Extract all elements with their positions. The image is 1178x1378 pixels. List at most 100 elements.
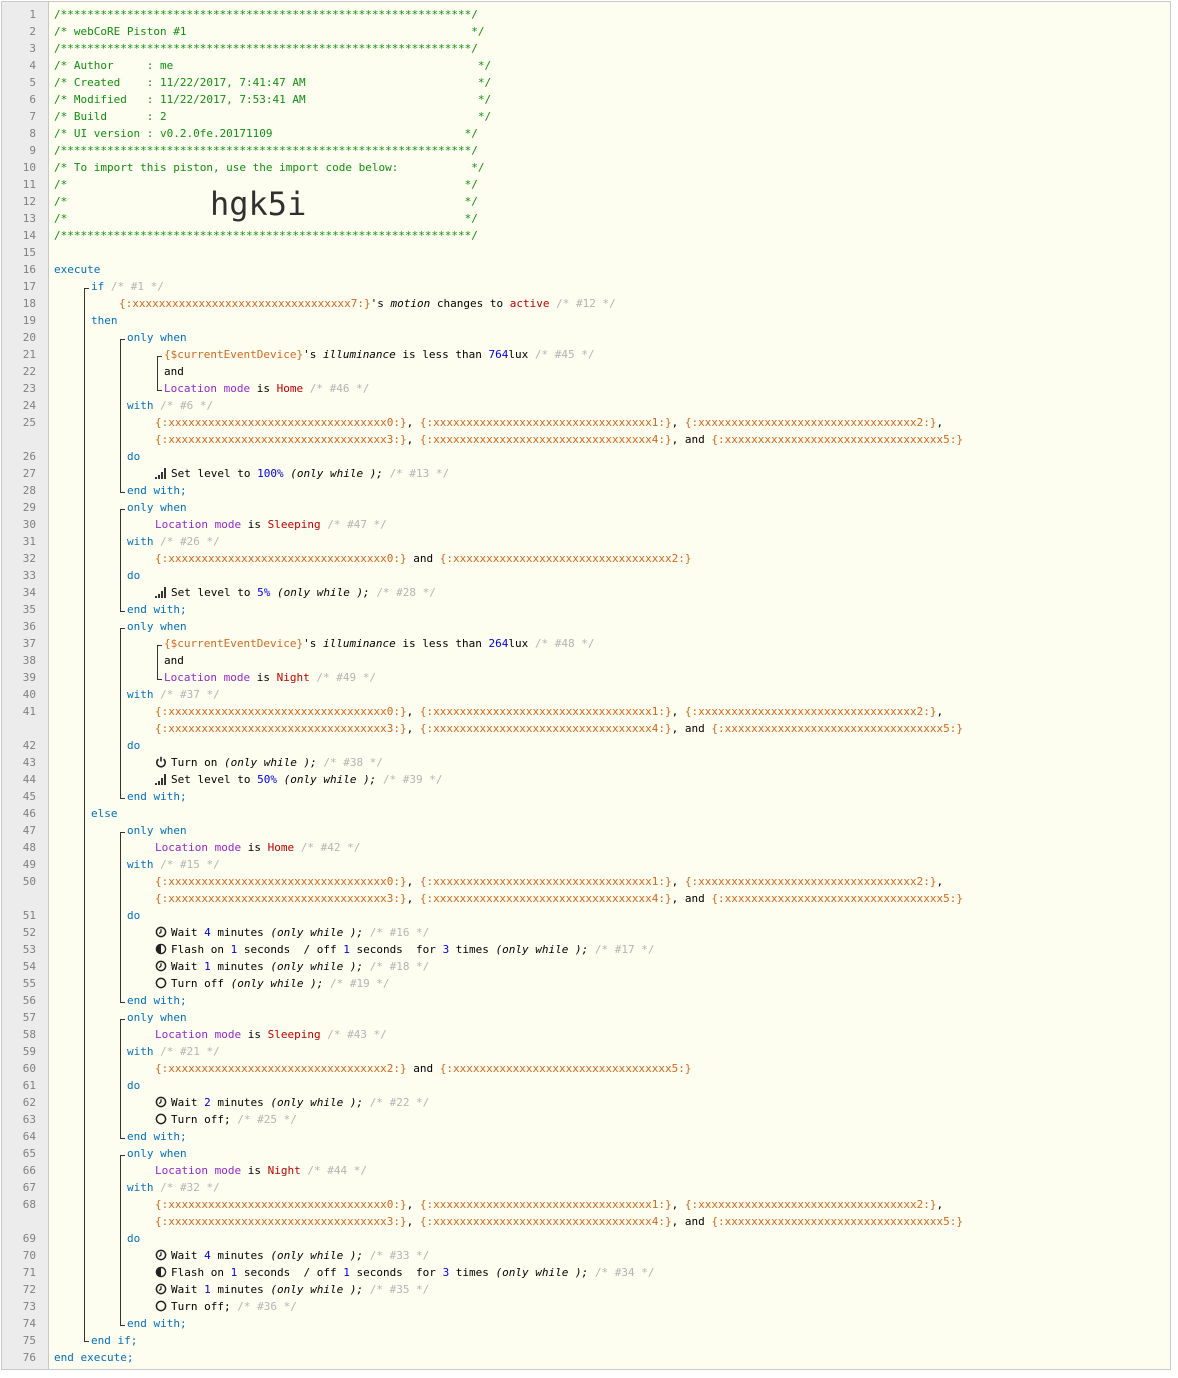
number: 764 [488,348,509,361]
operator: is [241,1164,268,1177]
import-code[interactable]: hgk5i [210,186,306,222]
line-number: 16 [22,263,36,276]
device-ref: {:xxxxxxxxxxxxxxxxxxxxxxxxxxxxxxxxx0:} [155,552,407,565]
line-number: 72 [22,1283,36,1296]
with-line: with /* #32 */ [127,1179,220,1196]
separator: , [671,705,685,718]
task-text: minutes [210,1096,271,1109]
condition-bracket [157,645,158,679]
possessive: 's [303,637,323,650]
keyword-end-with: end with; [127,1317,187,1330]
signal-bars-icon [155,467,167,479]
keyword-do: do [127,569,141,582]
line-number: 27 [22,467,36,480]
comment: /* #42 */ [300,841,361,854]
comment: /* #16 */ [369,926,430,939]
condition-bracket [157,356,158,390]
comment: /* #28 */ [376,586,436,599]
line-number: 59 [22,1045,36,1058]
comment: /* #25 */ [237,1113,297,1126]
task-line: Set level to 5% (only while ); /* #28 */ [155,584,436,601]
task-text: / off [296,943,344,956]
condition-bracket-top [157,356,162,357]
comment: /* #45 */ [534,348,595,361]
task-text: minutes [210,926,271,939]
line-number: 39 [22,671,36,684]
task-text: Wait [171,926,205,939]
with-line: with /* #21 */ [127,1043,220,1060]
code-lines: 1 2 3 4 5 6 7 8 9 10 11 12 13 14 15 16 17 18 19 20 21 22 23 24 2… [2,6,1170,1369]
line-number: 69 [22,1232,36,1245]
line-number: 49 [22,858,36,871]
comment: /* #6 */ [160,399,214,412]
keyword-with: with [127,688,154,701]
device-ref: {:xxxxxxxxxxxxxxxxxxxxxxxxxxxxxxxxx2:} [155,1062,407,1075]
keyword-else: else [91,807,118,820]
keyword-with: with [127,399,154,412]
block-bracket-bottom [120,798,125,799]
separator: and [406,552,440,565]
task-line: Wait 4 minutes (only while ); /* #16 */ [155,924,429,941]
only-while: (only while ); [495,943,589,956]
block-bracket [120,1019,121,1138]
comment: /* #15 */ [160,858,220,871]
line-number: 47 [22,824,36,837]
task-text: Turn on [171,756,224,769]
device-ref: {$currentEventDevice} [164,637,304,650]
number: 5% [257,586,271,599]
piston-code-view: 1 2 3 4 5 6 7 8 9 10 11 12 13 14 15 16 17 18 19 20 21 22 23 24 2… [1,1,1171,1370]
task-text: Set level to [171,773,258,786]
separator: , [406,416,420,429]
separator: , [936,1198,944,1211]
device-ref: {:xxxxxxxxxxxxxxxxxxxxxxxxxxxxxxxxx4:} [419,722,672,735]
comment: /* #1 */ [110,280,164,293]
clock-icon [155,1249,167,1261]
device-ref: {:xxxxxxxxxxxxxxxxxxxxxxxxxxxxxxxxx0:} [155,1198,407,1211]
condition-bracket-top [157,645,162,646]
line-number: 64 [22,1130,36,1143]
task-line: Flash on 1 seconds / off 1 seconds for 3… [155,1264,655,1281]
separator: and [406,1062,440,1075]
task-text: seconds [349,943,410,956]
line-number: 31 [22,535,36,548]
line-number: 2 [29,25,36,38]
comment: /* #26 */ [160,535,220,548]
comment: /* #18 */ [369,960,430,973]
device-ref: {:xxxxxxxxxxxxxxxxxxxxxxxxxxxxxxxxx2:} [684,875,937,888]
signal-bars-icon [155,586,167,598]
line-number: 53 [22,943,36,956]
comment: /* #34 */ [594,1266,655,1279]
header-build: /* Build : 2 */ [54,110,492,123]
device-ref: {$currentEventDevice} [164,348,304,361]
separator: , [936,875,944,888]
block-bracket-bottom [120,1325,125,1326]
device-ref: {:xxxxxxxxxxxxxxxxxxxxxxxxxxxxxxxxx0:} [155,705,407,718]
line-number: 6 [29,93,36,106]
line-number: 34 [22,586,36,599]
comment: /* #22 */ [369,1096,430,1109]
device-list: {:xxxxxxxxxxxxxxxxxxxxxxxxxxxxxxxxx3:} , … [155,890,963,907]
line-number: 3 [29,42,36,55]
keyword-end-execute: end execute; [54,1351,134,1364]
only-while: (only while ); [270,960,364,973]
condition-line: Location mode is Night /* #49 */ [164,669,376,686]
separator: , [406,433,420,446]
device-ref: {:xxxxxxxxxxxxxxxxxxxxxxxxxxxxxxxxx7:} [119,297,371,310]
line-number: 11 [22,178,36,191]
line-number: 4 [29,59,36,72]
line-number: 15 [22,246,36,259]
task-line: Turn on (only while ); /* #38 */ [155,754,383,771]
task-text: minutes [210,1249,271,1262]
device-ref: {:xxxxxxxxxxxxxxxxxxxxxxxxxxxxxxxxx4:} [419,1215,672,1228]
task-text: times [449,943,496,956]
line-number: 9 [29,144,36,157]
comment: /* #33 */ [369,1249,430,1262]
device-ref: {:xxxxxxxxxxxxxxxxxxxxxxxxxxxxxxxxx3:} [155,433,407,446]
line-number: 60 [22,1062,36,1075]
task-text: Wait [171,1096,205,1109]
comment: /* #47 */ [327,518,387,531]
block-bracket-top [120,832,125,833]
header-border: /***************************************… [54,229,478,242]
task-line: Wait 1 minutes (only while ); /* #18 */ [155,958,429,975]
clock-icon [155,926,167,938]
